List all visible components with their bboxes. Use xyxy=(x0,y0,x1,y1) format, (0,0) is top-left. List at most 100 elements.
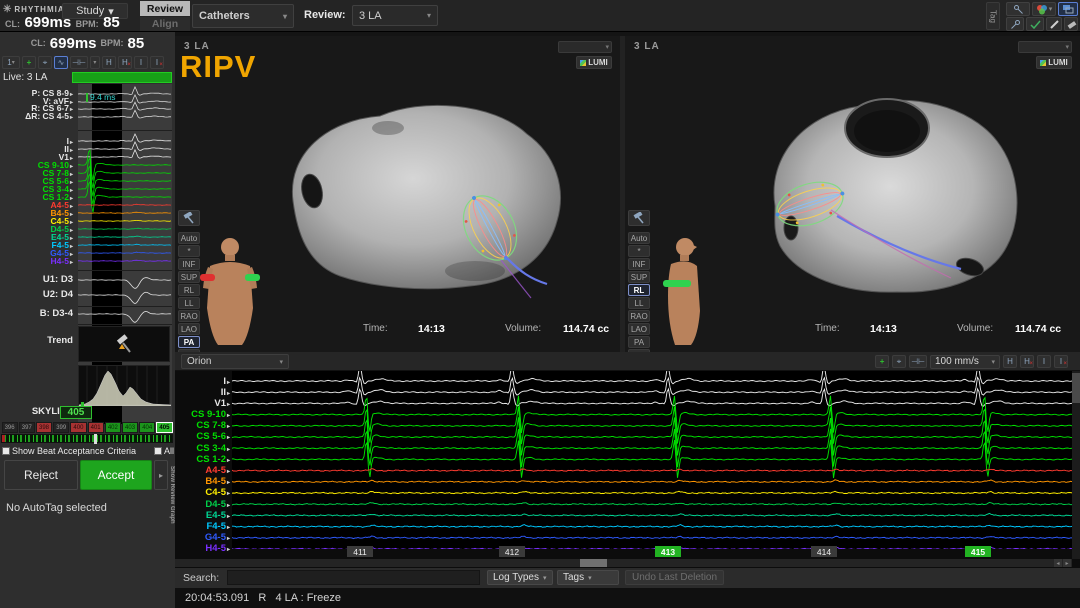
channel-label[interactable]: CS 9-10 xyxy=(175,409,230,420)
channel-label[interactable]: H4-5 xyxy=(175,543,230,554)
all-checkbox[interactable] xyxy=(154,447,162,455)
tag-button[interactable]: Tag xyxy=(986,2,1000,30)
lumipoint-button[interactable]: LUMI xyxy=(1036,56,1072,69)
channel-label[interactable]: CS 5-6 xyxy=(175,431,230,442)
beat-block[interactable]: 396 xyxy=(2,422,18,433)
view-button[interactable]: Auto xyxy=(178,232,200,244)
beat-block[interactable]: 397 xyxy=(19,422,35,433)
horizontal-scrollbar[interactable]: ◂▸ xyxy=(175,559,1072,567)
scrollbar-thumb[interactable] xyxy=(580,559,607,567)
map-preset-select[interactable]: ▾ xyxy=(1018,41,1072,53)
channel-label[interactable]: C4-5 xyxy=(175,487,230,498)
draw-line-button[interactable] xyxy=(1046,17,1062,31)
view-button[interactable]: LL xyxy=(628,297,650,309)
sculpt-tool-button[interactable] xyxy=(628,210,650,226)
bipolar-channel-label[interactable]: B: D3-4 xyxy=(0,308,76,319)
scrollbar-thumb[interactable] xyxy=(1072,373,1080,403)
view-button[interactable]: SUP xyxy=(178,271,200,283)
catheters-menu[interactable]: Catheters▾ xyxy=(192,4,294,28)
beat-number-badge[interactable]: 412 xyxy=(499,546,525,557)
review-mode-button[interactable]: Review xyxy=(140,1,190,16)
view-button[interactable]: RAO xyxy=(628,310,650,322)
beat-block[interactable]: 399 xyxy=(53,422,69,433)
delete-horizontal-caliper-button[interactable]: H× xyxy=(118,56,132,69)
view-button[interactable]: RAO xyxy=(178,310,200,322)
channel-label[interactable]: CS 3-4 xyxy=(175,443,230,454)
beat-block[interactable]: 400 xyxy=(70,422,86,433)
waveform-tool-button[interactable]: ∿ xyxy=(54,56,68,69)
add-tag-button[interactable]: + xyxy=(22,56,36,69)
show-beat-criteria-checkbox[interactable] xyxy=(2,447,10,455)
search-input[interactable] xyxy=(227,570,480,585)
unipolar-channel-label[interactable]: U2: D4 xyxy=(0,289,76,300)
horizontal-caliper-button[interactable]: H xyxy=(1003,355,1017,368)
view-button[interactable]: PA xyxy=(178,336,200,348)
review-map-select[interactable]: 3 LA▾ xyxy=(352,5,438,26)
probe-tool-button[interactable] xyxy=(1006,2,1030,16)
skyline-thumbnail[interactable] xyxy=(78,365,170,405)
horizontal-caliper-button[interactable]: H xyxy=(102,56,116,69)
channel-label[interactable]: F4-5 xyxy=(175,521,230,532)
strip-count-select[interactable]: 1▾ xyxy=(2,56,20,69)
add-tag-button[interactable]: + xyxy=(875,355,889,368)
beat-block[interactable]: 403 xyxy=(122,422,138,433)
beat-number-badge[interactable]: 413 xyxy=(655,546,681,557)
vertical-caliper-button[interactable]: I xyxy=(1037,355,1051,368)
undo-last-deletion-button[interactable]: Undo Last Deletion xyxy=(625,570,724,585)
beat-number-badge[interactable]: 414 xyxy=(811,546,837,557)
beat-tick-strip[interactable] xyxy=(1,434,173,443)
tags-select[interactable]: Tags▾ xyxy=(557,570,619,585)
sculpt-tool-button[interactable] xyxy=(178,210,200,226)
beat-block[interactable]: 398 xyxy=(36,422,52,433)
view-button[interactable]: LL xyxy=(178,297,200,309)
channel-label[interactable]: A4-5 xyxy=(175,465,230,476)
lumipoint-button[interactable]: LUMI xyxy=(576,56,612,69)
view-button[interactable]: SUP xyxy=(628,271,650,283)
unipolar-channel-label[interactable]: U1: D3 xyxy=(0,274,76,285)
measure-tool-button[interactable] xyxy=(1026,17,1044,31)
caliper-button[interactable]: ⊣⊢ xyxy=(70,56,88,69)
view-button[interactable]: INF xyxy=(628,258,650,270)
view-button[interactable]: * xyxy=(628,245,650,257)
channel-label[interactable]: B4-5 xyxy=(175,476,230,487)
delete-vertical-caliper-button[interactable]: I× xyxy=(1054,355,1068,368)
view-button[interactable]: INF xyxy=(178,258,200,270)
mapping-channel-label[interactable]: ΔR: CS 4-5 xyxy=(0,113,76,121)
view-button[interactable]: LAO xyxy=(628,323,650,335)
beat-number-badge[interactable]: 415 xyxy=(965,546,991,557)
accept-button[interactable]: Accept xyxy=(80,460,152,490)
channel-label[interactable]: II xyxy=(175,387,230,398)
delete-vertical-caliper-button[interactable]: I× xyxy=(150,56,164,69)
channel-label[interactable]: I xyxy=(175,376,230,387)
view-button[interactable]: RL xyxy=(628,284,650,296)
view-button[interactable]: LAO xyxy=(178,323,200,335)
beat-number-badge[interactable]: 411 xyxy=(347,546,373,557)
signal-source-select[interactable]: Orion▾ xyxy=(181,354,289,369)
channel-label[interactable]: CS 7-8 xyxy=(175,420,230,431)
display-layout-button[interactable] xyxy=(1058,2,1078,16)
vertical-caliper-button[interactable]: I xyxy=(134,56,148,69)
channel-label[interactable]: H4-5 xyxy=(0,257,76,265)
scroll-right-icon[interactable]: ▸ xyxy=(1063,559,1071,567)
delete-horizontal-caliper-button[interactable]: H× xyxy=(1020,355,1034,368)
pin-caliper-button[interactable]: ⌖ xyxy=(892,355,906,368)
align-button[interactable]: Align xyxy=(140,17,190,31)
view-button[interactable]: * xyxy=(178,245,200,257)
view-button[interactable]: Auto xyxy=(628,232,650,244)
map-color-palette-button[interactable]: ▾ xyxy=(1032,2,1056,16)
pin-tool-button[interactable] xyxy=(1006,17,1024,31)
log-entry[interactable]: 20:04:53.091 R 4 LA : Freeze xyxy=(185,592,341,604)
beat-block[interactable]: 401 xyxy=(88,422,104,433)
beat-position-marker[interactable] xyxy=(94,434,97,444)
log-types-select[interactable]: Log Types▾ xyxy=(487,570,553,585)
trend-thumbnail[interactable] xyxy=(78,326,170,362)
trend-label[interactable]: Trend xyxy=(0,335,76,346)
view-button[interactable]: RL xyxy=(178,284,200,296)
eraser-button[interactable] xyxy=(1064,17,1078,31)
channel-label[interactable]: CS 1-2 xyxy=(175,454,230,465)
show-review-graph-label[interactable]: Show Review Graph xyxy=(166,420,175,570)
beat-block[interactable]: 404 xyxy=(139,422,155,433)
view-button[interactable]: PA xyxy=(628,336,650,348)
reject-button[interactable]: Reject xyxy=(4,460,78,490)
live-waveform-area[interactable]: 9.4 ms xyxy=(78,84,172,424)
